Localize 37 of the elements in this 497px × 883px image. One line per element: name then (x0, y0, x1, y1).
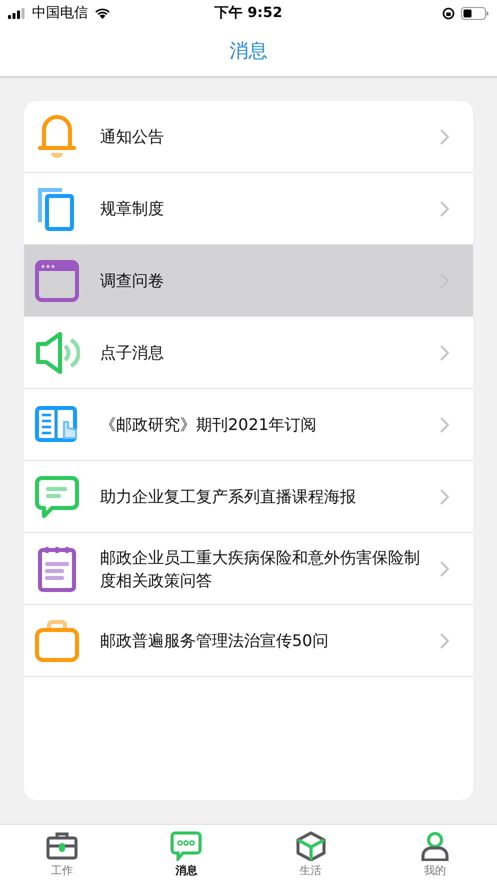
carrier-name: 中国电信 (32, 4, 88, 22)
menu-item-label: 邮政企业员工重大疾病保险和意外伤害保险制度相关政策问答 (100, 546, 420, 592)
menu-item-label: 助力企业复工复产系列直播课程海报 (100, 486, 357, 508)
menu-item[interactable]: 点子消息 (24, 317, 473, 389)
menu-item-label: 邮政普遍服务管理法治宣传50问 (100, 630, 330, 652)
chevron-right-icon (440, 200, 449, 216)
chevron-right-icon (440, 128, 449, 144)
page-title: 消息 (230, 39, 268, 64)
person-icon (418, 830, 451, 860)
clock-time: 下午 9:52 (214, 4, 282, 22)
menu-item[interactable]: 《邮政研究》期刊2021年订阅 (24, 389, 473, 461)
tab-item[interactable]: 消息 (124, 825, 248, 883)
tab-item[interactable]: 我的 (372, 825, 497, 883)
menu-item-label: 《邮政研究》期刊2021年订阅 (100, 414, 318, 436)
menu-item[interactable]: 通知公告 (24, 101, 473, 173)
menu-item-label: 调查问卷 (100, 270, 165, 292)
tab-item[interactable]: 工作 (0, 825, 124, 883)
cube-icon (294, 830, 327, 860)
menu-item-label: 通知公告 (100, 126, 165, 148)
chevron-right-icon (440, 416, 449, 432)
chevron-right-icon (440, 344, 449, 360)
chevron-right-icon (440, 560, 449, 576)
chat-bubble-icon (170, 830, 202, 860)
menu-item-label: 点子消息 (100, 342, 165, 364)
wifi-icon (94, 7, 111, 19)
menu-item[interactable]: 调查问卷 (24, 245, 473, 317)
menu-item[interactable]: 助力企业复工复产系列直播课程海报 (24, 461, 473, 533)
chevron-right-icon (440, 632, 449, 648)
menu-item[interactable]: 邮政普遍服务管理法治宣传50问 (24, 605, 473, 677)
tab-item[interactable]: 生活 (248, 825, 373, 883)
rotation-lock-icon (442, 6, 455, 20)
signal-icon (8, 8, 26, 18)
battery-icon (460, 6, 489, 20)
briefcase-icon (46, 830, 78, 860)
menu-item[interactable]: 邮政企业员工重大疾病保险和意外伤害保险制度相关政策问答 (24, 533, 473, 605)
menu-item-label: 规章制度 (100, 198, 165, 220)
chevron-right-icon (440, 488, 449, 504)
